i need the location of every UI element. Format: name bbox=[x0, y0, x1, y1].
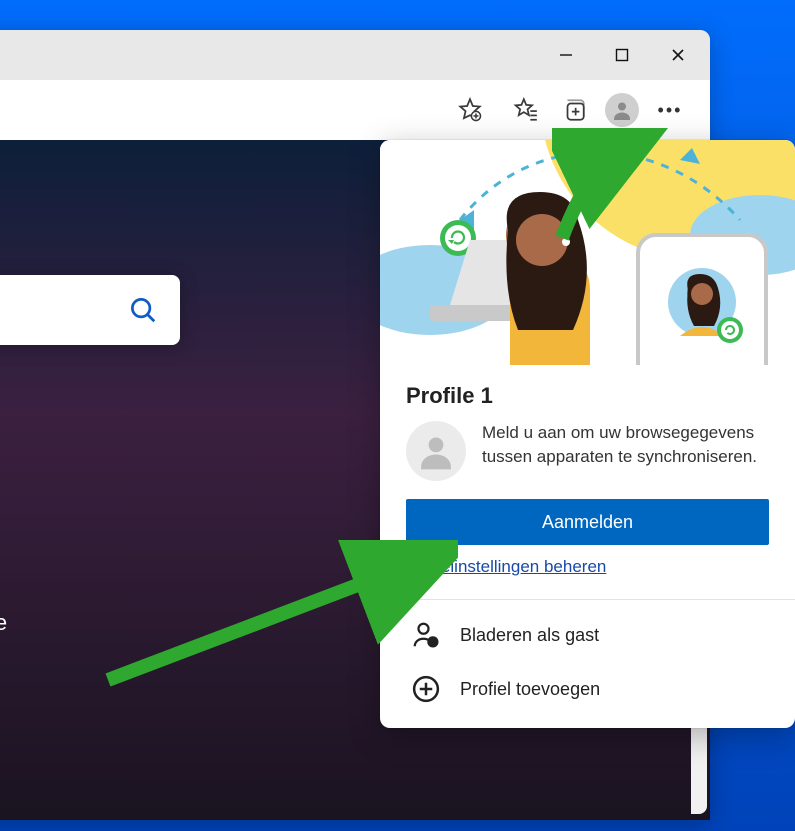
window-minimize-button[interactable] bbox=[538, 32, 594, 78]
add-profile-label: Profiel toevoegen bbox=[460, 679, 600, 700]
collections-icon[interactable] bbox=[552, 88, 596, 132]
browser-toolbar: ••• bbox=[0, 80, 710, 141]
window-close-button[interactable] bbox=[650, 32, 706, 78]
browse-as-guest-label: Bladeren als gast bbox=[460, 625, 599, 646]
feed-caption: lat deze was. bbox=[0, 605, 90, 675]
plus-circle-icon bbox=[410, 674, 442, 704]
guest-icon: ? bbox=[410, 620, 442, 650]
manage-profile-link[interactable]: Profielinstellingen beheren bbox=[406, 557, 606, 576]
browse-as-guest[interactable]: ? Bladeren als gast bbox=[406, 600, 769, 654]
favorites-icon[interactable] bbox=[504, 88, 548, 132]
profile-avatar-icon bbox=[605, 93, 639, 127]
profile-avatar-large bbox=[406, 421, 466, 481]
menu-button[interactable]: ••• bbox=[648, 88, 692, 132]
window-maximize-button[interactable] bbox=[594, 32, 650, 78]
favorite-add-icon[interactable] bbox=[448, 88, 492, 132]
window-titlebar bbox=[0, 30, 710, 80]
search-icon bbox=[128, 295, 158, 325]
profile-flyout: Profile 1 Meld u aan om uw browsegegeven… bbox=[380, 140, 795, 728]
svg-text:?: ? bbox=[430, 638, 435, 647]
signin-button[interactable]: Aanmelden bbox=[406, 499, 769, 545]
search-bar[interactable] bbox=[0, 275, 180, 345]
address-bar[interactable] bbox=[0, 89, 500, 131]
add-profile[interactable]: Profiel toevoegen bbox=[406, 654, 769, 708]
more-icon: ••• bbox=[658, 100, 683, 121]
signin-message: Meld u aan om uw browsegegevens tussen a… bbox=[482, 421, 769, 469]
profile-button[interactable] bbox=[600, 88, 644, 132]
sync-illustration bbox=[380, 140, 795, 365]
profile-title: Profile 1 bbox=[406, 383, 769, 409]
